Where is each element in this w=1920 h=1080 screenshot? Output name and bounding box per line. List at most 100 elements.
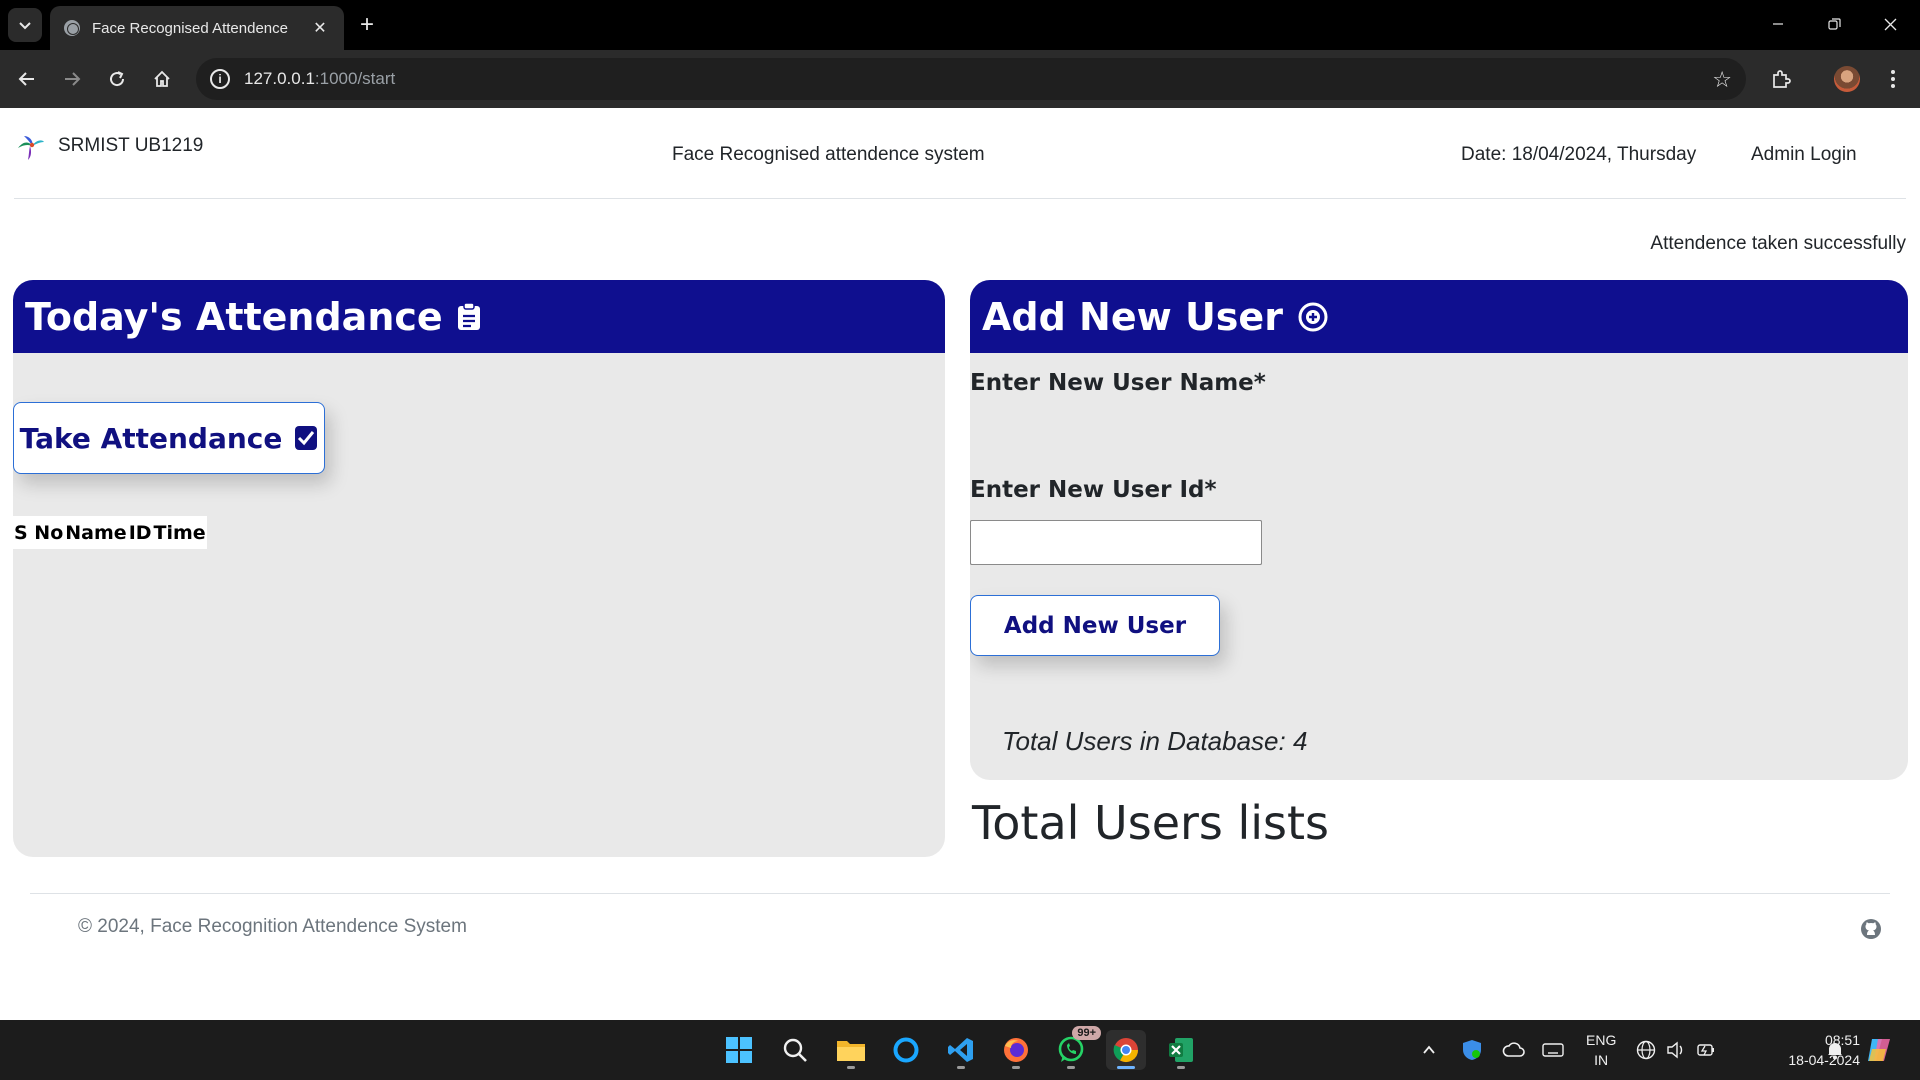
close-icon bbox=[1884, 18, 1896, 30]
tab-search-button[interactable] bbox=[8, 8, 42, 42]
firefox-app[interactable] bbox=[996, 1030, 1036, 1070]
url-path: :1000/start bbox=[314, 69, 396, 88]
column-header-id: ID bbox=[128, 521, 152, 544]
attendance-table: S No Name ID Time bbox=[13, 516, 207, 549]
bookmark-star-icon[interactable]: ☆ bbox=[1712, 67, 1732, 93]
input-language-indicator[interactable]: ENG IN bbox=[1586, 1030, 1616, 1070]
browser-menu-button[interactable] bbox=[1876, 62, 1910, 96]
network-tray-icon[interactable] bbox=[1636, 1020, 1656, 1080]
globe-icon bbox=[64, 20, 80, 36]
web-page: SRMIST UB1219 Face Recognised attendence… bbox=[0, 108, 1920, 1020]
site-footer: © 2024, Face Recognition Attendence Syst… bbox=[30, 893, 1890, 953]
users-list-heading: Total Users lists bbox=[972, 796, 1330, 850]
admin-login-link[interactable]: Admin Login bbox=[1751, 144, 1857, 166]
column-header-name: Name bbox=[65, 521, 127, 544]
add-user-heading: Add New User bbox=[982, 294, 1283, 339]
extensions-button[interactable] bbox=[1764, 62, 1798, 96]
clipboard-icon bbox=[457, 302, 481, 331]
battery-icon bbox=[1697, 1044, 1714, 1056]
cortana-app[interactable] bbox=[886, 1030, 926, 1070]
attendance-card-header: Today's Attendance bbox=[13, 280, 945, 353]
bell-icon bbox=[1828, 1043, 1842, 1060]
current-date: Date: 18/04/2024, Thursday bbox=[1461, 144, 1697, 165]
add-user-card: Add New User Enter New User Name* Enter … bbox=[970, 280, 1908, 780]
start-button[interactable] bbox=[719, 1030, 759, 1070]
minimize-button[interactable] bbox=[1758, 6, 1798, 42]
notification-badge: 99+ bbox=[1072, 1026, 1101, 1040]
clock-time: 08:51 bbox=[1824, 1032, 1860, 1048]
notifications-button[interactable] bbox=[1826, 1020, 1844, 1080]
whatsapp-app[interactable]: 99+ bbox=[1051, 1026, 1101, 1070]
flash-message: Attendence taken successfully bbox=[1650, 233, 1906, 254]
user-id-input[interactable] bbox=[970, 520, 1262, 565]
browser-toolbar: i 127.0.0.1:1000/start ☆ bbox=[0, 50, 1920, 108]
column-header-time: Time bbox=[153, 521, 206, 544]
restore-icon bbox=[1827, 17, 1841, 30]
browser-tab-active[interactable]: Face Recognised Attendence ✕ bbox=[50, 6, 344, 50]
defender-tray-icon[interactable] bbox=[1462, 1020, 1482, 1080]
user-id-label: Enter New User Id* bbox=[970, 477, 1217, 503]
taskbar-search-button[interactable] bbox=[775, 1030, 815, 1070]
circle-ring-icon bbox=[893, 1037, 919, 1063]
chrome-app[interactable] bbox=[1106, 1030, 1146, 1070]
more-vertical-icon bbox=[1891, 70, 1895, 88]
keyboard-icon bbox=[1542, 1043, 1564, 1057]
volume-tray-icon[interactable] bbox=[1666, 1020, 1686, 1080]
table-header-row: S No Name ID Time bbox=[13, 516, 207, 549]
battery-tray-icon[interactable] bbox=[1696, 1020, 1716, 1080]
touch-keyboard-tray-icon[interactable] bbox=[1542, 1020, 1564, 1080]
folder-icon bbox=[837, 1041, 865, 1061]
language-code: ENG bbox=[1586, 1032, 1617, 1048]
forward-button[interactable] bbox=[55, 62, 89, 96]
user-name-label: Enter New User Name* bbox=[970, 370, 1266, 396]
github-icon[interactable] bbox=[1860, 918, 1882, 940]
attendance-heading: Today's Attendance bbox=[25, 294, 443, 339]
speaker-icon bbox=[1667, 1041, 1683, 1059]
chevron-up-icon bbox=[1423, 1045, 1435, 1054]
vscode-app[interactable] bbox=[941, 1030, 981, 1070]
site-header: SRMIST UB1219 Face Recognised attendence… bbox=[14, 108, 1906, 199]
url-host: 127.0.0.1 bbox=[244, 69, 315, 88]
address-bar[interactable]: i 127.0.0.1:1000/start ☆ bbox=[196, 58, 1746, 100]
close-tab-icon[interactable]: ✕ bbox=[310, 18, 330, 38]
search-icon bbox=[783, 1038, 807, 1062]
check-square-icon bbox=[294, 425, 318, 451]
home-icon bbox=[154, 70, 170, 87]
restore-button[interactable] bbox=[1814, 6, 1854, 42]
site-info-icon[interactable]: i bbox=[210, 69, 230, 89]
arrow-left-icon bbox=[18, 72, 34, 86]
profile-button[interactable] bbox=[1830, 62, 1864, 96]
browser-tab-bar: Face Recognised Attendence ✕ + bbox=[0, 0, 1920, 50]
new-tab-button[interactable]: + bbox=[352, 10, 382, 40]
show-hidden-icons-button[interactable] bbox=[1422, 1020, 1436, 1080]
puzzle-icon bbox=[1773, 70, 1791, 88]
attendance-card: Today's Attendance Take Attendance S No … bbox=[13, 280, 945, 857]
site-title: Face Recognised attendence system bbox=[672, 144, 985, 165]
minimize-icon bbox=[1773, 23, 1783, 25]
windows-taskbar: 99+ ENG IN 08:51 18-04-2024 bbox=[0, 1020, 1920, 1080]
add-circle-icon bbox=[1297, 301, 1329, 333]
cloud-icon bbox=[1502, 1042, 1525, 1057]
home-button[interactable] bbox=[145, 62, 179, 96]
excel-app[interactable] bbox=[1161, 1030, 1201, 1070]
globe-icon bbox=[1636, 1040, 1656, 1060]
file-explorer-app[interactable] bbox=[831, 1030, 871, 1070]
arrow-right-icon bbox=[65, 72, 81, 86]
reload-icon bbox=[110, 71, 125, 87]
copilot-icon bbox=[1868, 1039, 1890, 1061]
taskbar-clock[interactable]: 08:51 18-04-2024 bbox=[1788, 1030, 1860, 1070]
brand-name: SRMIST UB1219 bbox=[58, 135, 204, 156]
reload-button[interactable] bbox=[100, 62, 134, 96]
region-code: IN bbox=[1594, 1052, 1609, 1068]
back-button[interactable] bbox=[10, 62, 44, 96]
total-users-count: Total Users in Database: 4 bbox=[1002, 726, 1308, 756]
add-new-user-button[interactable]: Add New User bbox=[970, 595, 1220, 656]
close-window-button[interactable] bbox=[1870, 6, 1910, 42]
excel-icon bbox=[1169, 1038, 1193, 1062]
vscode-icon bbox=[948, 1038, 973, 1062]
take-attendance-button[interactable]: Take Attendance bbox=[13, 402, 325, 474]
copilot-button[interactable] bbox=[1864, 1020, 1894, 1080]
footer-copyright: © 2024, Face Recognition Attendence Syst… bbox=[78, 916, 467, 937]
onedrive-tray-icon[interactable] bbox=[1502, 1020, 1526, 1080]
brand-link[interactable]: SRMIST UB1219 bbox=[14, 130, 203, 162]
